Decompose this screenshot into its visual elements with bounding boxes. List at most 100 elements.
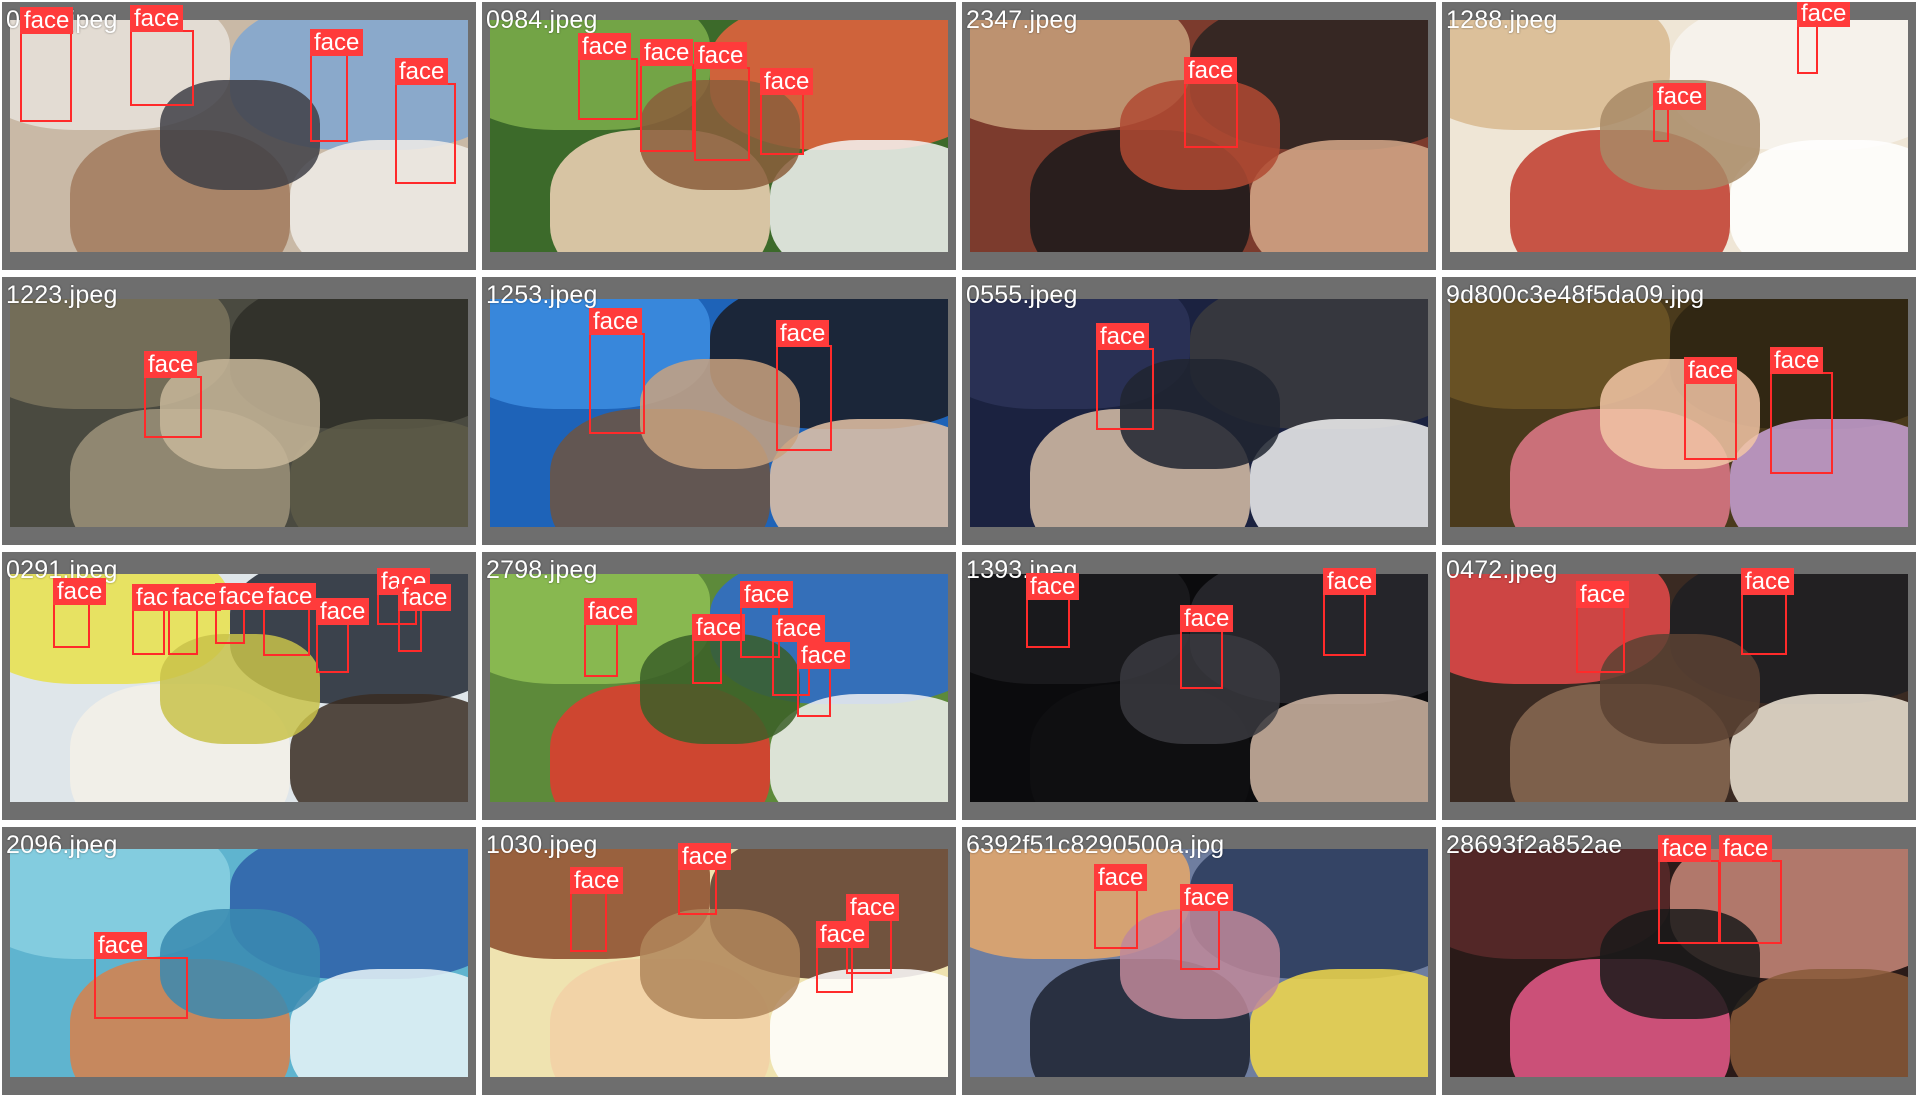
face-bounding-box: face: [1323, 568, 1377, 656]
thumbnail-image: [10, 299, 468, 527]
face-bounding-box: face: [1770, 347, 1833, 474]
thumbnail-tile-0472-jpeg[interactable]: 0472.jpeg face face: [1441, 551, 1917, 821]
thumbnail-tile-28693f2a852ae[interactable]: 28693f2a852ae face face: [1441, 826, 1917, 1096]
face-label: face: [398, 584, 452, 611]
face-bounding-box: face: [20, 7, 74, 122]
face-bounding-box: face: [578, 33, 638, 120]
face-label: face: [640, 39, 694, 66]
face-bounding-box: face: [776, 320, 832, 451]
thumbnail-image: [490, 574, 948, 802]
thumbnail-tile-1393-jpeg[interactable]: 1393.jpeg face face face: [961, 551, 1437, 821]
face-bounding-box: face: [398, 584, 452, 652]
face-bounding-box: face: [760, 68, 814, 155]
face-label: face: [1096, 323, 1150, 350]
face-label: face: [1797, 2, 1851, 27]
face-bounding-box: face: [1184, 57, 1238, 148]
face-bounding-box: face: [263, 583, 317, 656]
face-bounding-box: face: [1576, 581, 1630, 673]
face-bounding-box: face: [395, 58, 456, 184]
thumbnail-tile-6392f51c8290500a-jpg[interactable]: 6392f51c8290500a.jpg face face: [961, 826, 1437, 1096]
face-label: face: [797, 642, 851, 669]
face-bounding-box: face: [310, 29, 364, 142]
face-label: face: [94, 932, 148, 959]
face-label: face: [776, 320, 830, 347]
face-bounding-box: face: [678, 843, 732, 915]
thumbnail-tile-1030-jpeg[interactable]: 1030.jpeg face face face face: [481, 826, 957, 1096]
thumbnail-image: [1450, 299, 1908, 527]
filename-caption: 1288.jpeg: [1446, 6, 1558, 34]
face-label: face: [1576, 581, 1630, 608]
face-label: face: [578, 33, 632, 60]
face-bounding-box: face: [694, 42, 750, 161]
face-bounding-box: face: [1653, 83, 1707, 142]
filename-caption: 1253.jpeg: [486, 281, 598, 309]
face-label: face: [1184, 57, 1238, 84]
face-label: face: [1180, 605, 1234, 632]
face-label: face: [1323, 568, 1377, 595]
filename-caption: 2798.jpeg: [486, 556, 598, 584]
face-label: face: [1094, 864, 1148, 891]
image-region: [640, 909, 800, 1019]
face-bounding-box: face: [130, 5, 194, 106]
face-label: face: [1658, 835, 1712, 862]
filename-caption: 0555.jpeg: [966, 281, 1078, 309]
thumbnail-image: [490, 299, 948, 527]
face-bounding-box: face: [816, 921, 870, 993]
mosaic-grid: 0138.jpegfacefacefaceface0984.jpegfacefa…: [0, 0, 1920, 1100]
face-bounding-box: face: [144, 351, 202, 438]
filename-caption: 28693f2a852ae: [1446, 831, 1623, 859]
face-label: face: [144, 351, 198, 378]
face-label: face: [395, 58, 449, 85]
face-bounding-box: face: [1658, 835, 1720, 944]
thumbnail-tile-0138-jpeg[interactable]: 0138.jpegfacefacefaceface: [1, 1, 477, 271]
face-bounding-box: face: [1026, 573, 1080, 648]
filename-caption: 1223.jpeg: [6, 281, 118, 309]
face-label: face: [1770, 347, 1824, 374]
filename-caption: 0472.jpeg: [1446, 556, 1558, 584]
thumbnail-tile-2096-jpeg[interactable]: 2096.jpeg face: [1, 826, 477, 1096]
filename-caption: 6392f51c8290500a.jpg: [966, 831, 1225, 859]
face-label: face: [692, 614, 746, 641]
face-bounding-box: face: [589, 308, 645, 434]
face-bounding-box: face: [1719, 835, 1782, 944]
face-label: face: [589, 308, 643, 335]
face-bounding-box: face: [1741, 568, 1795, 655]
face-label: face: [740, 581, 794, 608]
face-label: face: [263, 583, 317, 610]
thumbnail-tile-0984-jpeg[interactable]: 0984.jpeg face face face face: [481, 1, 957, 271]
face-label: face: [846, 894, 900, 921]
face-bounding-box: face: [1180, 884, 1234, 970]
face-label: face: [1684, 357, 1738, 384]
thumbnail-tile-2347-jpeg[interactable]: 2347.jpeg face: [961, 1, 1437, 271]
face-label: face: [1180, 884, 1234, 911]
thumbnail-image: [1450, 574, 1908, 802]
thumbnail-tile-1253-jpeg[interactable]: 1253.jpeg face face: [481, 276, 957, 546]
filename-caption: 2347.jpeg: [966, 6, 1078, 34]
face-label: face: [310, 29, 364, 56]
thumbnail-tile-9d800c3e48f5da09-jpg[interactable]: 9d800c3e48f5da09.jpg face face: [1441, 276, 1917, 546]
face-label: face: [570, 867, 624, 894]
face-label: face: [760, 68, 814, 95]
face-label: face: [772, 615, 826, 642]
thumbnail-tile-2798-jpeg[interactable]: 2798.jpeg face face face face face: [481, 551, 957, 821]
face-bounding-box: face: [132, 584, 186, 655]
face-label: face: [215, 583, 269, 610]
face-bounding-box: face: [584, 598, 638, 677]
thumbnail-tile-0555-jpeg[interactable]: 0555.jpeg face: [961, 276, 1437, 546]
face-label: face: [316, 598, 370, 625]
face-bounding-box: face: [94, 932, 188, 1019]
thumbnail-image: [970, 299, 1428, 527]
thumbnail-tile-0291-jpeg[interactable]: 0291.jpeg face face face face face face face fac…: [1, 551, 477, 821]
filename-caption: 1030.jpeg: [486, 831, 598, 859]
face-label: face: [1653, 83, 1707, 110]
face-label: face: [20, 7, 74, 34]
face-bounding-box: face: [570, 867, 624, 952]
face-bounding-box: face: [1180, 605, 1234, 689]
face-label: face: [1719, 835, 1773, 862]
face-bounding-box: face: [53, 578, 107, 648]
face-label: face: [1741, 568, 1795, 595]
filename-caption: 0984.jpeg: [486, 6, 598, 34]
thumbnail-image: [1450, 20, 1908, 252]
thumbnail-tile-1223-jpeg[interactable]: 1223.jpeg face: [1, 276, 477, 546]
thumbnail-tile-1288-jpeg[interactable]: 1288.jpeg face face: [1441, 1, 1917, 271]
